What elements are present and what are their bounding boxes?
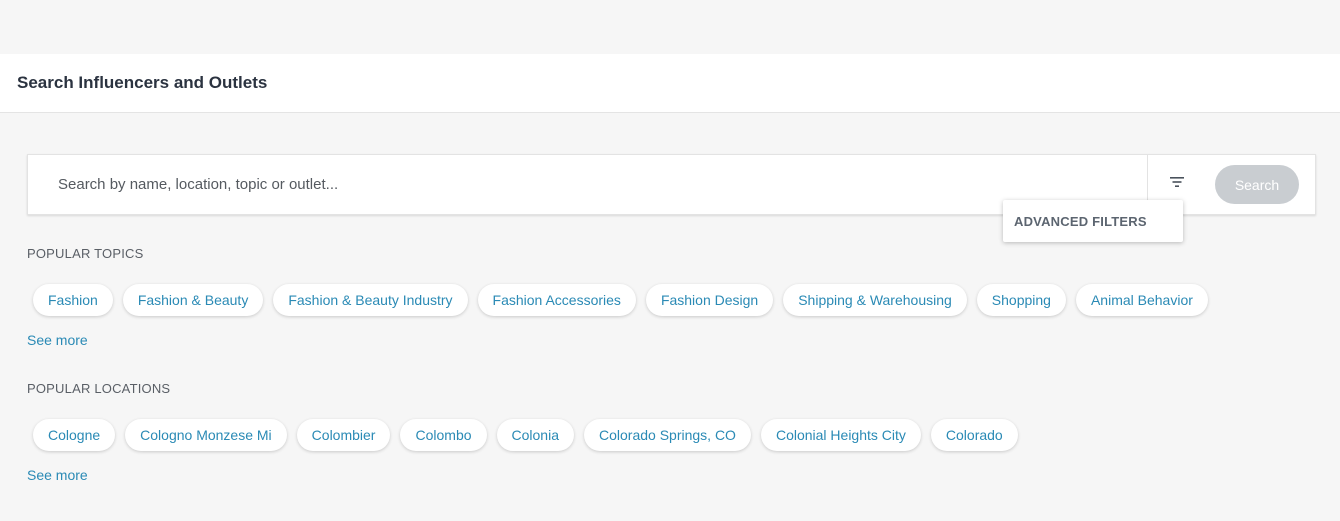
- location-chip[interactable]: Colonial Heights City: [760, 419, 921, 451]
- advanced-filters-tooltip: ADVANCED FILTERS: [1003, 200, 1183, 242]
- location-chip[interactable]: Colorado: [930, 419, 1018, 451]
- location-chip[interactable]: Colorado Springs, CO: [584, 419, 751, 451]
- topic-chip[interactable]: Fashion: [33, 284, 113, 316]
- page-header: Search Influencers and Outlets: [0, 54, 1340, 113]
- advanced-filters-button[interactable]: [1162, 169, 1192, 199]
- topic-chip[interactable]: Fashion Design: [645, 284, 774, 316]
- popular-locations-label: POPULAR LOCATIONS: [27, 381, 171, 396]
- location-chip[interactable]: Colonia: [496, 419, 574, 451]
- location-chip[interactable]: Cologno Monzese Mi: [125, 419, 287, 451]
- page-title: Search Influencers and Outlets: [17, 73, 268, 92]
- popular-locations-list: Cologne Cologno Monzese Mi Colombier Col…: [33, 419, 1018, 451]
- location-chip[interactable]: Colombier: [296, 419, 391, 451]
- topic-chip[interactable]: Shipping & Warehousing: [783, 284, 967, 316]
- topic-chip[interactable]: Animal Behavior: [1075, 284, 1208, 316]
- top-spacer: [0, 0, 1340, 54]
- topic-chip[interactable]: Fashion & Beauty Industry: [273, 284, 468, 316]
- topic-chip[interactable]: Fashion Accessories: [477, 284, 636, 316]
- popular-topics-label: POPULAR TOPICS: [27, 246, 144, 261]
- location-chip[interactable]: Colombo: [400, 419, 487, 451]
- locations-see-more-link[interactable]: See more: [27, 467, 88, 483]
- popular-topics-list: Fashion Fashion & Beauty Fashion & Beaut…: [33, 284, 1208, 316]
- filter-icon: [1169, 175, 1185, 193]
- location-chip[interactable]: Cologne: [33, 419, 116, 451]
- topic-chip[interactable]: Fashion & Beauty: [122, 284, 264, 316]
- topics-see-more-link[interactable]: See more: [27, 332, 88, 348]
- search-button[interactable]: Search: [1215, 165, 1299, 204]
- search-input[interactable]: [28, 155, 1147, 214]
- topic-chip[interactable]: Shopping: [976, 284, 1066, 316]
